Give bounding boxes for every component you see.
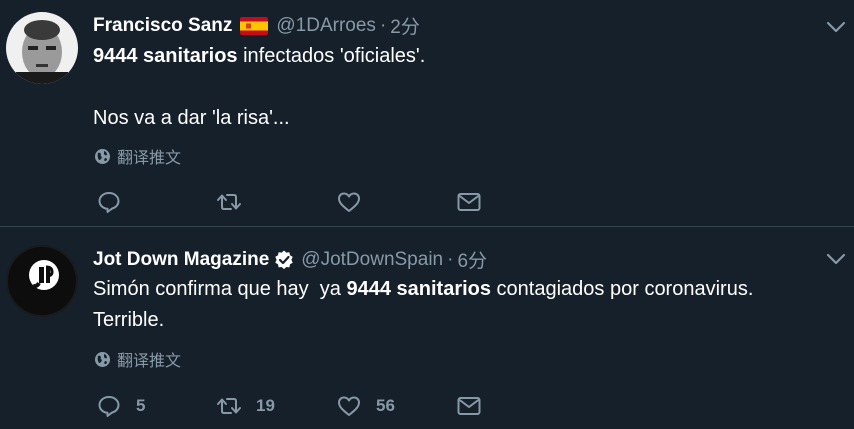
tweet-actions: [96, 189, 496, 215]
handle[interactable]: @JotDownSpain: [301, 249, 443, 271]
avatar[interactable]: [6, 12, 78, 84]
translate-tweet-link[interactable]: 翻译推文: [94, 144, 181, 168]
reply-count: 5: [136, 396, 146, 415]
retweet-count: 19: [256, 396, 275, 415]
message-icon: [457, 397, 481, 415]
tweet-text-pre: Simón confirma que hay ya: [93, 278, 347, 300]
display-name[interactable]: Jot Down Magazine: [93, 249, 269, 271]
reply-button[interactable]: 5: [96, 393, 145, 419]
translate-label: 翻译推文: [117, 150, 182, 167]
separator: ·: [379, 14, 387, 36]
display-name[interactable]: Francisco Sanz: [93, 15, 232, 37]
highlighted-text: 9444 sanitarios: [93, 45, 238, 67]
reply-button[interactable]: [96, 189, 136, 215]
highlighted-text: 9444 sanitarios: [346, 278, 491, 300]
separator: ·: [447, 248, 454, 270]
translate-tweet-link[interactable]: 翻译推文: [94, 347, 181, 371]
tweet-text: Simón confirma que hay ya 9444 sanitario…: [93, 274, 753, 336]
like-button[interactable]: 56: [336, 393, 395, 419]
avatar[interactable]: [6, 245, 78, 317]
direct-message-button[interactable]: [456, 393, 482, 419]
tweet[interactable]: Jot Down Magazine @JotDownSpain · 6分 Sim…: [0, 227, 854, 429]
timestamp[interactable]: 2分: [390, 12, 420, 39]
retweet-button[interactable]: [216, 189, 256, 215]
timestamp[interactable]: 6分: [457, 246, 487, 273]
globe-icon: [95, 148, 110, 164]
verified-badge-icon: [273, 249, 295, 271]
retweet-button[interactable]: 19: [216, 393, 275, 419]
like-count: 56: [376, 396, 395, 415]
retweet-icon: [217, 398, 241, 414]
chevron-down-icon[interactable]: [826, 252, 846, 266]
like-icon: [338, 192, 360, 212]
like-button[interactable]: [336, 189, 376, 215]
tweet-header: Francisco Sanz @1DArroes · 2分: [93, 12, 420, 39]
direct-message-button[interactable]: [456, 189, 482, 215]
globe-icon: [95, 351, 110, 367]
tweet[interactable]: Francisco Sanz @1DArroes · 2分 9444 sanit…: [0, 0, 854, 227]
tweet-text: 9444 sanitarios infectados 'oficiales'. …: [93, 41, 425, 134]
reply-icon: [98, 396, 120, 417]
tweet-header: Jot Down Magazine @JotDownSpain · 6分: [93, 246, 487, 273]
flag-spain-icon: [240, 16, 269, 35]
retweet-icon: [217, 194, 241, 210]
tweet-actions: 5 19 56: [96, 393, 496, 419]
message-icon: [457, 193, 481, 211]
like-icon: [338, 396, 360, 416]
chevron-down-icon[interactable]: [826, 20, 846, 34]
reply-icon: [98, 192, 120, 213]
handle[interactable]: @1DArroes: [276, 15, 376, 37]
translate-label: 翻译推文: [117, 353, 182, 370]
